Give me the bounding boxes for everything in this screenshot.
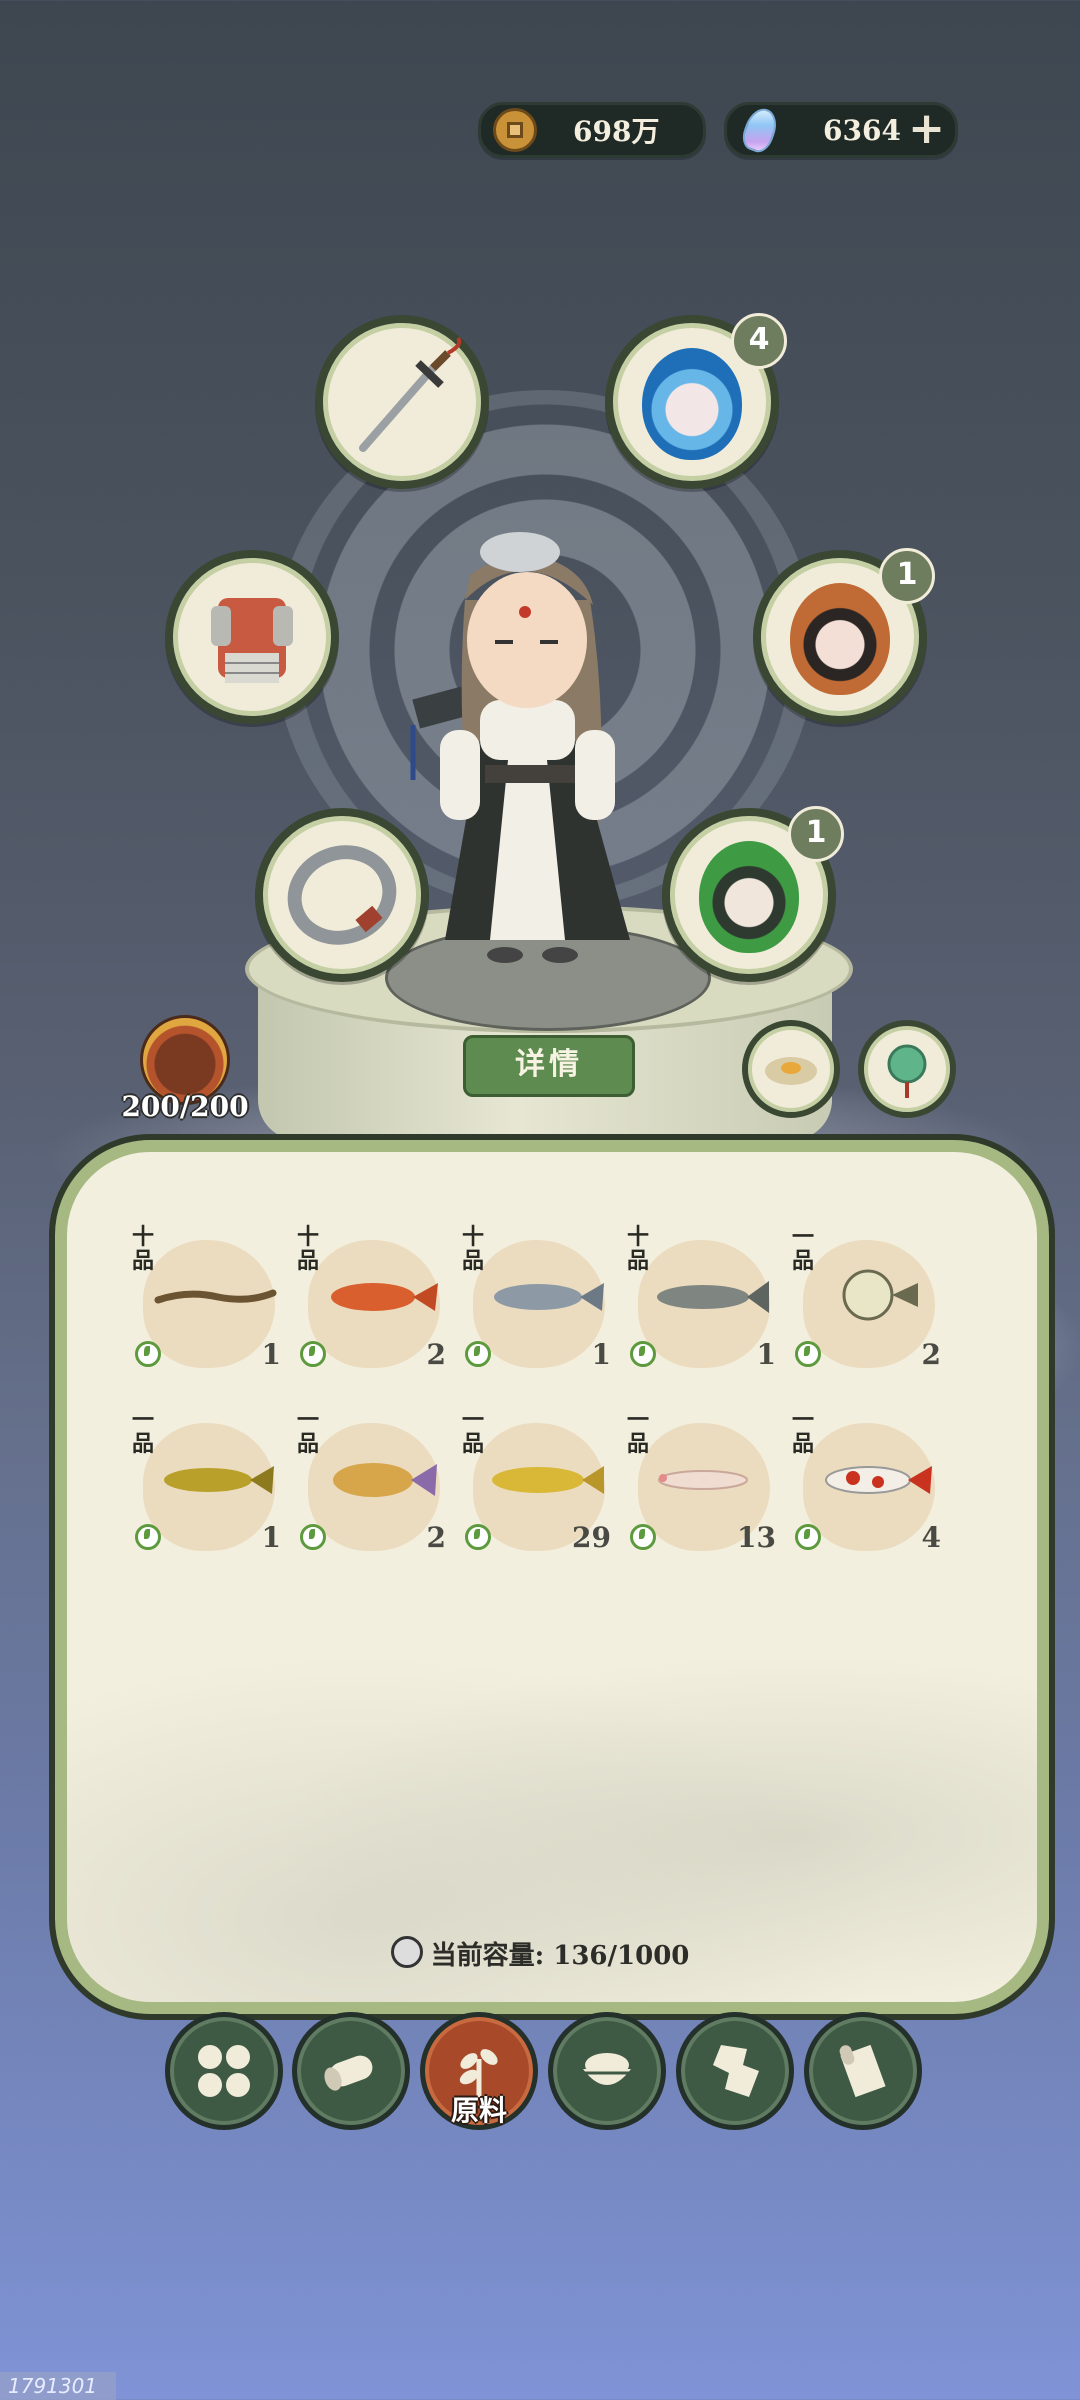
fire-spirit-icon — [790, 583, 890, 695]
eel-icon — [154, 1289, 277, 1304]
tab-wood[interactable] — [292, 2012, 410, 2130]
weapon-slot[interactable] — [315, 315, 489, 489]
inventory-item-red-carp[interactable]: 十 品 2 — [297, 1225, 448, 1375]
fresh-leaf-icon — [300, 1524, 326, 1550]
egg-plate-icon — [765, 1057, 817, 1085]
tab-fragments[interactable] — [676, 2012, 794, 2130]
inventory-item-golden-arowana[interactable]: 一 品 29 — [462, 1408, 613, 1558]
inventory-item-eel[interactable]: 十 品 1 — [132, 1225, 283, 1375]
fresh-leaf-icon — [135, 1341, 161, 1367]
inventory-item-gray-catfish[interactable]: 十 品 1 — [627, 1225, 778, 1375]
inventory-item-silver-fish[interactable]: 十 品 1 — [462, 1225, 613, 1375]
capacity-row: 当前容量: 136/1000 — [0, 1935, 1080, 1972]
ice-spirit-icon — [642, 348, 742, 460]
yellow-catfish-icon — [164, 1466, 274, 1494]
stamina-value: 200/200 — [121, 1090, 249, 1123]
jade-pendant-icon — [887, 1044, 927, 1098]
ring-icon — [287, 845, 397, 945]
silver-fish-icon — [494, 1283, 604, 1311]
fresh-leaf-icon — [795, 1524, 821, 1550]
tab-ingredients-label: 原料 — [450, 2094, 507, 2127]
tab-scrolls[interactable] — [804, 2012, 922, 2130]
item-quantity: 1 — [591, 1338, 611, 1371]
fresh-leaf-icon — [795, 1341, 821, 1367]
wood-log-icon — [324, 2055, 373, 2091]
item-quantity: 2 — [921, 1338, 941, 1371]
item-quantity: 1 — [261, 1521, 281, 1554]
spirit-slot-low[interactable]: 1 — [662, 806, 844, 982]
food-slot[interactable] — [742, 1020, 840, 1118]
spirit-low-count-badge: 1 — [788, 806, 844, 862]
armor-icon — [211, 598, 293, 683]
coin-amount: 698万 — [573, 115, 660, 148]
koi-icon — [825, 1466, 932, 1494]
inventory-item-pufferfish[interactable]: 一 品 2 — [792, 1225, 943, 1375]
item-quantity: 2 — [426, 1338, 446, 1371]
tab-ingredients[interactable]: 原料 — [420, 2012, 538, 2130]
charm-slot[interactable] — [858, 1020, 956, 1118]
item-quantity: 29 — [572, 1521, 611, 1554]
item-quantity: 13 — [737, 1521, 776, 1554]
axolotl-icon — [658, 1470, 748, 1490]
fresh-leaf-icon — [135, 1524, 161, 1550]
armor-slot[interactable] — [165, 550, 339, 724]
inventory-item-axolotl[interactable]: 一 品 13 — [627, 1408, 778, 1558]
add-gems-plus-icon[interactable]: + — [908, 107, 945, 151]
character-figure[interactable] — [395, 530, 665, 990]
fresh-leaf-icon — [630, 1341, 656, 1367]
rice-bowl-icon — [583, 2053, 631, 2085]
fresh-leaf-icon — [465, 1341, 491, 1367]
spirit-mid-count-badge: 1 — [879, 548, 935, 604]
item-quantity: 1 — [756, 1338, 776, 1371]
wood-spirit-icon — [699, 841, 799, 953]
fresh-leaf-icon — [300, 1341, 326, 1367]
coin-icon — [493, 108, 537, 152]
grid-icon — [198, 2045, 250, 2097]
red-carp-icon — [331, 1283, 438, 1311]
tab-food[interactable] — [548, 2012, 666, 2130]
map-piece-icon — [713, 2045, 759, 2097]
sword-icon — [359, 336, 462, 452]
item-quantity: 4 — [921, 1521, 941, 1554]
tab-all[interactable] — [165, 2012, 283, 2130]
spirit-slot-mid[interactable]: 1 — [753, 548, 935, 724]
fresh-leaf-icon — [465, 1524, 491, 1550]
inventory-item-koi[interactable]: 一 品 4 — [792, 1408, 943, 1558]
ring-slot[interactable] — [255, 808, 429, 982]
inventory-item-yellow-catfish[interactable]: 一 品 1 — [132, 1408, 283, 1558]
item-quantity: 1 — [261, 1338, 281, 1371]
gem-counter: 6364 + — [724, 102, 958, 158]
spirit-top-count-badge: 4 — [731, 313, 787, 369]
coin-counter[interactable]: 698万 — [478, 102, 706, 158]
gem-icon — [738, 104, 782, 156]
capacity-bag-icon — [390, 1936, 423, 1968]
spirit-slot-top[interactable]: 4 — [605, 313, 787, 489]
detail-button[interactable]: 详情 — [463, 1035, 635, 1097]
item-quantity: 2 — [426, 1521, 446, 1554]
gray-catfish-icon — [657, 1281, 769, 1313]
golden-arowana-icon — [492, 1466, 604, 1494]
rainbow-fish-icon — [333, 1463, 437, 1497]
fresh-leaf-icon — [630, 1524, 656, 1550]
capacity-label: 当前容量: 136/1000 — [430, 1941, 690, 1971]
pufferfish-icon — [842, 1269, 918, 1321]
scroll-icon — [839, 2044, 886, 2098]
user-id: 1791301 — [0, 2372, 116, 2400]
inventory-item-rainbow-fish[interactable]: 一 品 2 — [297, 1408, 448, 1558]
gem-amount: 6364 — [823, 113, 901, 147]
